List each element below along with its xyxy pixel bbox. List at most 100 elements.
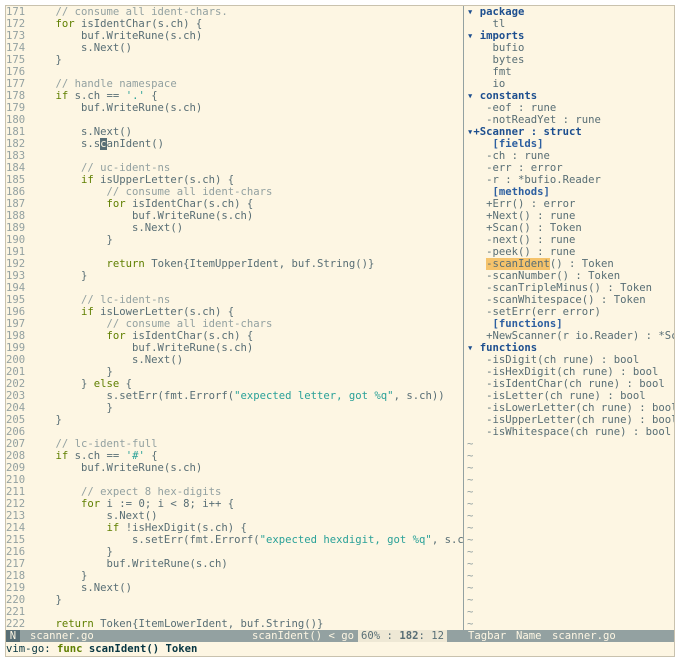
empty-line-tilde: ~ xyxy=(467,582,474,594)
code-line[interactable]: 185 if isUpperLetter(s.ch) { xyxy=(6,174,463,186)
code-line[interactable]: 204 } xyxy=(6,402,463,414)
code-token: if xyxy=(106,522,120,534)
tagbar-section-header[interactable]: ▾ functions xyxy=(464,342,674,354)
code-line[interactable]: 176 xyxy=(6,66,463,78)
code-line[interactable]: 220 } xyxy=(6,594,463,606)
tagbar-item[interactable]: +Next() : rune xyxy=(464,210,674,222)
code-line[interactable]: 181 s.Next() xyxy=(6,126,463,138)
tagbar-item[interactable]: bufio xyxy=(464,42,674,54)
code-line[interactable]: 218 } xyxy=(6,570,463,582)
code-line[interactable]: 173 buf.WriteRune(s.ch) xyxy=(6,30,463,42)
tagbar-item[interactable]: -isLowerLetter(ch rune) : bool xyxy=(464,402,674,414)
tagbar-item[interactable]: +NewScanner(r io.Reader) : *Sca> xyxy=(464,330,674,342)
tagbar-item[interactable]: -isUpperLetter(ch rune) : bool xyxy=(464,414,674,426)
code-line[interactable]: 187 for isIdentChar(s.ch) { xyxy=(6,198,463,210)
code-line[interactable]: 182 s.scanIdent() xyxy=(6,138,463,150)
tagbar-item[interactable]: -isWhitespace(ch rune) : bool xyxy=(464,426,674,438)
code-line[interactable]: 214 if !isHexDigit(s.ch) { xyxy=(6,522,463,534)
code-text: for isIdentChar(s.ch) { xyxy=(30,18,203,30)
tagbar-item[interactable]: fmt xyxy=(464,66,674,78)
code-line[interactable]: 216 } xyxy=(6,546,463,558)
code-line[interactable]: 199 buf.WriteRune(s.ch) xyxy=(6,342,463,354)
code-line[interactable]: 215 s.setErr(fmt.Errorf("expected hexdig… xyxy=(6,534,463,546)
tagbar-item[interactable]: tl xyxy=(464,18,674,30)
tagbar-group-label[interactable]: [functions] xyxy=(464,318,674,330)
code-editor-pane[interactable]: 171 // consume all ident-chars. 172 for i… xyxy=(6,6,463,630)
code-line[interactable]: 171 // consume all ident-chars. xyxy=(6,6,463,18)
line-number: 202 xyxy=(6,378,26,390)
code-line[interactable]: 195 // lc-ident-ns xyxy=(6,294,463,306)
code-line[interactable]: 212 for i := 0; i < 8; i++ { xyxy=(6,498,463,510)
tagbar-item[interactable]: -isLetter(ch rune) : bool xyxy=(464,390,674,402)
code-line[interactable]: 202 } else { xyxy=(6,378,463,390)
tagbar-item[interactable]: -err : error xyxy=(464,162,674,174)
code-line[interactable]: 205 } xyxy=(6,414,463,426)
code-line[interactable]: 221 xyxy=(6,606,463,618)
tagbar-item[interactable]: -ch : rune xyxy=(464,150,674,162)
code-line[interactable]: 193 } xyxy=(6,270,463,282)
code-line[interactable]: 210 xyxy=(6,474,463,486)
code-line[interactable]: 183 xyxy=(6,150,463,162)
line-number: 193 xyxy=(6,270,26,282)
tagbar-pane[interactable]: ▾ package tl ▾ imports bufio bytes fmt io… xyxy=(464,6,674,630)
code-line[interactable]: 180 xyxy=(6,114,463,126)
code-line[interactable]: 188 buf.WriteRune(s.ch) xyxy=(6,210,463,222)
code-line[interactable]: 189 s.Next() xyxy=(6,222,463,234)
code-line[interactable]: 175 } xyxy=(6,54,463,66)
code-line[interactable]: 177 // handle namespace xyxy=(6,78,463,90)
code-text: if !isHexDigit(s.ch) { xyxy=(30,522,247,534)
line-number: 186 xyxy=(6,186,26,198)
tagbar-item[interactable]: -scanNumber() : Token xyxy=(464,270,674,282)
code-line[interactable]: 222 return Token{ItemLowerIdent, buf.Str… xyxy=(6,618,463,630)
code-line[interactable]: 201 } xyxy=(6,366,463,378)
tagbar-item[interactable]: -isHexDigit(ch rune) : bool xyxy=(464,366,674,378)
command-line[interactable]: vim-go: func scanIdent() Token xyxy=(6,642,674,656)
tagbar-item[interactable]: +Err() : error xyxy=(464,198,674,210)
code-line[interactable]: 192 return Token{ItemUpperIdent, buf.Str… xyxy=(6,258,463,270)
code-line[interactable]: 206 xyxy=(6,426,463,438)
tagbar-item[interactable]: -r : *bufio.Reader xyxy=(464,174,674,186)
line-number: 173 xyxy=(6,30,26,42)
tagbar-item[interactable]: io xyxy=(464,78,674,90)
code-line[interactable]: 208 if s.ch == '#' { xyxy=(6,450,463,462)
code-line[interactable]: 207 // lc-ident-full xyxy=(6,438,463,450)
tagbar-item[interactable]: -next() : rune xyxy=(464,234,674,246)
tagbar-section-header[interactable]: ▾+Scanner : struct xyxy=(464,126,674,138)
code-line[interactable]: 217 buf.WriteRune(s.ch) xyxy=(6,558,463,570)
tagbar-item[interactable]: -notReadYet : rune xyxy=(464,114,674,126)
line-number: 217 xyxy=(6,558,26,570)
code-line[interactable]: 219 s.Next() xyxy=(6,582,463,594)
code-line[interactable]: 209 buf.WriteRune(s.ch) xyxy=(6,462,463,474)
code-line[interactable]: 190 } xyxy=(6,234,463,246)
tagbar-item[interactable]: -scanTripleMinus() : Token xyxy=(464,282,674,294)
tagbar-item[interactable]: -scanIdent() : Token xyxy=(464,258,674,270)
code-line[interactable]: 197 // consume all ident-chars xyxy=(6,318,463,330)
tagbar-item[interactable]: -setErr(err error) xyxy=(464,306,674,318)
tagbar-item[interactable]: -eof : rune xyxy=(464,102,674,114)
tagbar-item[interactable]: +Scan() : Token xyxy=(464,222,674,234)
code-line[interactable]: 203 s.setErr(fmt.Errorf("expected letter… xyxy=(6,390,463,402)
code-line[interactable]: 194 xyxy=(6,282,463,294)
tagbar-section-header[interactable]: ▾ package xyxy=(464,6,674,18)
code-line[interactable]: 174 s.Next() xyxy=(6,42,463,54)
code-line[interactable]: 186 // consume all ident-chars xyxy=(6,186,463,198)
tagbar-group-label[interactable]: [methods] xyxy=(464,186,674,198)
code-line[interactable]: 196 if isLowerLetter(s.ch) { xyxy=(6,306,463,318)
tagbar-group-label[interactable]: [fields] xyxy=(464,138,674,150)
code-line[interactable]: 200 s.Next() xyxy=(6,354,463,366)
code-line[interactable]: 213 s.Next() xyxy=(6,510,463,522)
tagbar-item[interactable]: -isDigit(ch rune) : bool xyxy=(464,354,674,366)
tagbar-item[interactable]: -peek() : rune xyxy=(464,246,674,258)
code-line[interactable]: 172 for isIdentChar(s.ch) { xyxy=(6,18,463,30)
tagbar-item[interactable]: bytes xyxy=(464,54,674,66)
code-line[interactable]: 179 buf.WriteRune(s.ch) xyxy=(6,102,463,114)
tagbar-section-header[interactable]: ▾ imports xyxy=(464,30,674,42)
tagbar-section-header[interactable]: ▾ constants xyxy=(464,90,674,102)
code-line[interactable]: 191 xyxy=(6,246,463,258)
code-line[interactable]: 184 // uc-ident-ns xyxy=(6,162,463,174)
code-line[interactable]: 198 for isIdentChar(s.ch) { xyxy=(6,330,463,342)
code-line[interactable]: 178 if s.ch == '.' { xyxy=(6,90,463,102)
tagbar-item[interactable]: -isIdentChar(ch rune) : bool xyxy=(464,378,674,390)
code-line[interactable]: 211 // expect 8 hex-digits xyxy=(6,486,463,498)
tagbar-item[interactable]: -scanWhitespace() : Token xyxy=(464,294,674,306)
